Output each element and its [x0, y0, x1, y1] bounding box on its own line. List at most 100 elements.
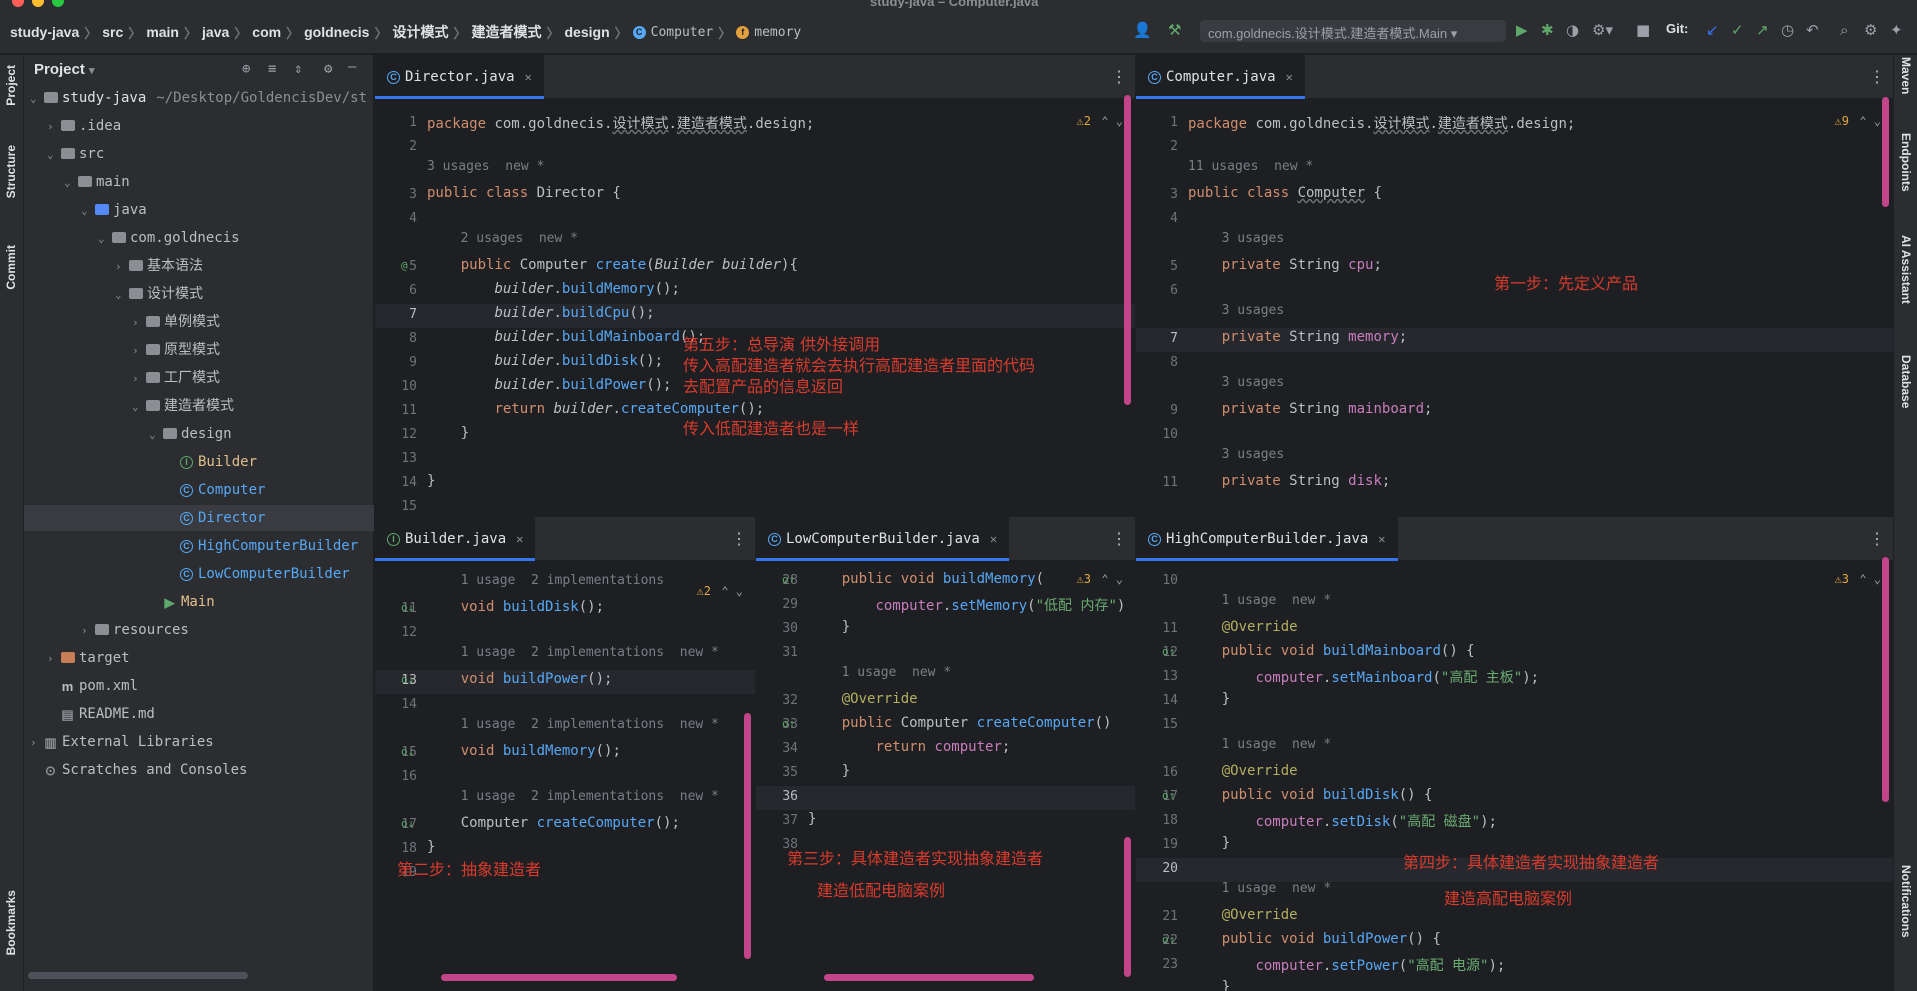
gutter-marker-icon[interactable]: o↓: [401, 817, 414, 830]
code-line[interactable]: }: [808, 763, 850, 779]
zoom-window-icon[interactable]: [52, 0, 64, 7]
usage-hint[interactable]: 3 usages: [1222, 303, 1285, 318]
structure-tool-button[interactable]: Structure: [4, 145, 18, 198]
code-line[interactable]: private String mainboard;: [1188, 401, 1433, 417]
breadcrumb-item[interactable]: memory: [754, 25, 801, 40]
gutter-marker-icon[interactable]: o↓: [401, 745, 414, 758]
tree-item[interactable]: ⌄ 设计模式: [24, 281, 374, 307]
panel-options-gear-icon[interactable]: ⚙: [324, 61, 332, 77]
close-window-icon[interactable]: [12, 0, 24, 7]
profile-icon[interactable]: 👤: [1133, 21, 1152, 39]
code-line[interactable]: computer.setMemory("低配 内存"): [808, 595, 1125, 615]
code-line[interactable]: builder.buildMemory();: [427, 281, 679, 297]
hide-panel-icon[interactable]: —: [348, 59, 356, 75]
code-line[interactable]: public class Director {: [427, 185, 621, 201]
usage-hint[interactable]: 3 usages: [1222, 375, 1285, 390]
gutter-marker-icon[interactable]: o↑: [1162, 645, 1175, 658]
vertical-scrollbar[interactable]: [1882, 97, 1889, 207]
code-line[interactable]: public Computer create(Builder builder){: [427, 257, 798, 273]
tree-item[interactable]: ⌄ design: [24, 421, 374, 447]
tree-item[interactable]: C Director: [24, 505, 374, 531]
code-line[interactable]: void buildMemory();: [427, 743, 621, 759]
code-line[interactable]: private String cpu;: [1188, 257, 1382, 273]
code-line[interactable]: Computer createComputer();: [427, 815, 680, 831]
expand-arrow-icon[interactable]: ⌄: [132, 394, 146, 420]
bookmarks-tool-button[interactable]: Bookmarks: [4, 890, 18, 955]
code-line[interactable]: }: [427, 473, 435, 489]
breadcrumb-item[interactable]: main: [146, 24, 179, 40]
breadcrumb-item[interactable]: com: [252, 24, 281, 40]
tree-item[interactable]: › 基本语法: [24, 253, 374, 279]
vertical-scrollbar[interactable]: [1124, 837, 1131, 977]
code-line[interactable]: builder.buildPower();: [427, 377, 671, 393]
ai-assistant-tool-button[interactable]: AI Assistant: [1899, 235, 1913, 304]
git-update-icon[interactable]: ↙: [1706, 21, 1719, 39]
tree-item[interactable]: › resources: [24, 617, 374, 643]
expand-arrow-icon[interactable]: ›: [132, 366, 146, 392]
breadcrumb-item[interactable]: study-java: [10, 24, 79, 40]
usage-hint[interactable]: 1 usage 2 implementations new *: [461, 645, 719, 660]
code-line[interactable]: builder.buildCpu();: [427, 305, 654, 321]
breadcrumb-item[interactable]: goldnecis: [304, 24, 369, 40]
close-tab-icon[interactable]: ✕: [525, 70, 532, 84]
code-line[interactable]: computer.setDisk("高配 磁盘");: [1188, 811, 1496, 831]
tree-item[interactable]: ⊙ Scratches and Consoles: [24, 757, 374, 783]
debug-icon[interactable]: ✱: [1541, 21, 1554, 39]
code-line[interactable]: }: [427, 425, 469, 441]
tree-item[interactable]: ▤ README.md: [24, 701, 374, 727]
expand-arrow-icon[interactable]: ›: [115, 254, 129, 280]
code-line[interactable]: private String disk;: [1188, 473, 1391, 489]
expand-arrow-icon[interactable]: ⌄: [81, 198, 95, 224]
maven-tool-button[interactable]: Maven: [1899, 57, 1913, 94]
expand-all-icon[interactable]: ≡: [268, 61, 276, 77]
tree-item[interactable]: ⌄ study-java ~/Desktop/GoldencisDev/st: [24, 85, 374, 111]
tab-options-icon[interactable]: ⋮: [731, 529, 747, 548]
code-line[interactable]: package com.goldnecis.设计模式.建造者模式.design;: [427, 113, 814, 133]
endpoints-tool-button[interactable]: Endpoints: [1899, 133, 1913, 192]
close-tab-icon[interactable]: ✕: [990, 532, 997, 546]
commit-tool-button[interactable]: Commit: [4, 245, 18, 290]
close-tab-icon[interactable]: ✕: [1378, 532, 1385, 546]
code-line[interactable]: void buildDisk();: [427, 599, 604, 615]
gutter-marker-icon[interactable]: o↑: [782, 573, 795, 586]
tree-item[interactable]: C HighComputerBuilder: [24, 533, 374, 559]
tree-item[interactable]: I Builder: [24, 449, 374, 475]
editor-tab[interactable]: I Builder.java ✕: [375, 517, 536, 561]
usage-hint[interactable]: 1 usage new *: [1222, 593, 1332, 608]
breadcrumb-item[interactable]: java: [202, 24, 229, 40]
expand-arrow-icon[interactable]: ›: [132, 310, 146, 336]
code-line[interactable]: void buildPower();: [427, 671, 613, 687]
breadcrumb-item[interactable]: Computer: [651, 25, 714, 40]
notifications-tool-button[interactable]: Notifications: [1899, 865, 1913, 938]
code-line[interactable]: @Override: [808, 691, 918, 707]
usage-hint[interactable]: 2 usages new *: [461, 231, 578, 246]
expand-arrow-icon[interactable]: ›: [132, 338, 146, 364]
expand-arrow-icon[interactable]: ›: [47, 114, 61, 140]
inspection-nav-icon[interactable]: ⌃ ⌄: [1859, 572, 1881, 586]
code-line[interactable]: package com.goldnecis.设计模式.建造者模式.design;: [1188, 113, 1575, 133]
gutter-marker-icon[interactable]: o↓: [401, 601, 414, 614]
breadcrumb-item[interactable]: src: [102, 24, 123, 40]
git-push-icon[interactable]: ↗: [1756, 21, 1769, 39]
tree-item[interactable]: C LowComputerBuilder: [24, 561, 374, 587]
vertical-scrollbar[interactable]: [1882, 557, 1889, 802]
usage-hint[interactable]: 1 usage new *: [842, 665, 952, 680]
code-line[interactable]: }: [1188, 835, 1230, 851]
editor-tab[interactable]: C HighComputerBuilder.java ✕: [1136, 517, 1398, 561]
gutter-marker-icon[interactable]: o↑: [782, 717, 795, 730]
tree-item[interactable]: ▶ Main: [24, 589, 374, 615]
code-line[interactable]: }: [427, 839, 435, 855]
breadcrumb-item[interactable]: 设计模式: [392, 22, 448, 42]
code-line[interactable]: @Override: [1188, 763, 1298, 779]
inspection-nav-icon[interactable]: ⌃ ⌄: [1101, 114, 1123, 128]
search-icon[interactable]: ⌕: [1840, 21, 1848, 39]
tree-item[interactable]: ⌄ main: [24, 169, 374, 195]
tree-item[interactable]: › 单例模式: [24, 309, 374, 335]
breadcrumb-item[interactable]: design: [565, 24, 610, 40]
locate-icon[interactable]: ⊕: [242, 61, 250, 77]
usage-hint[interactable]: 3 usages new *: [427, 159, 544, 174]
git-commit-icon[interactable]: ✓: [1731, 21, 1744, 39]
warnings-indicator[interactable]: ⚠2: [697, 584, 711, 598]
tree-item[interactable]: › 工厂模式: [24, 365, 374, 391]
code-line[interactable]: }: [808, 619, 850, 635]
